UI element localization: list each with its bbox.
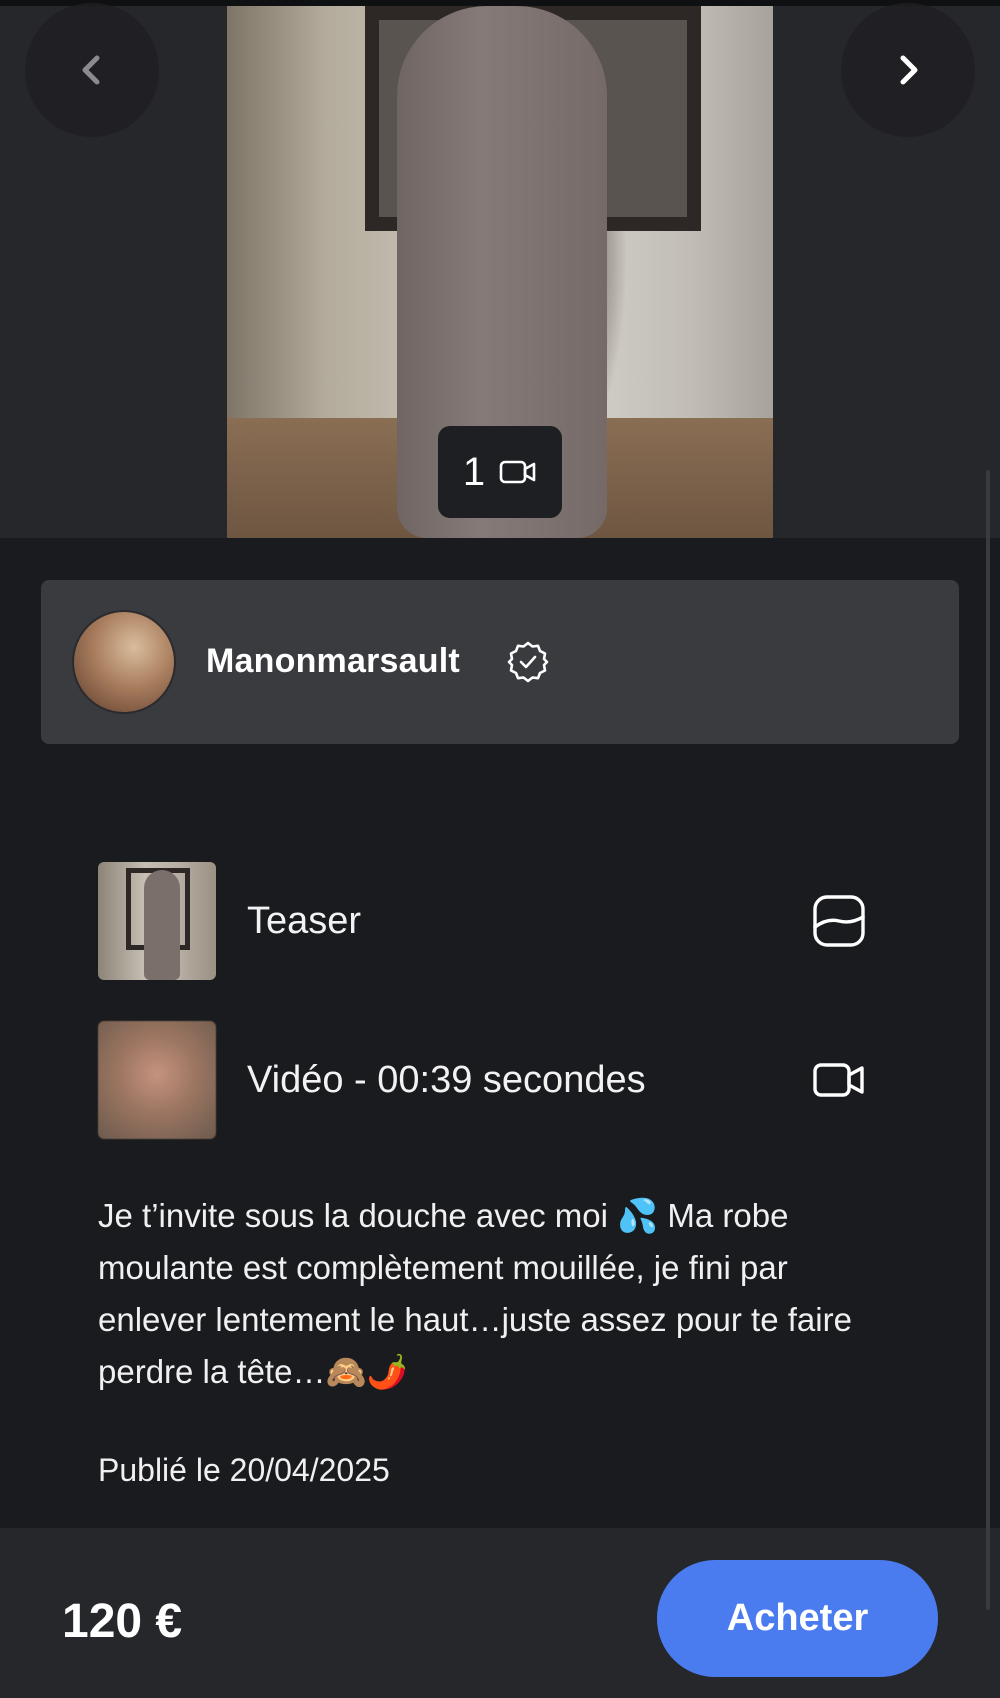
content-item-label: Vidéo - 00:39 secondes bbox=[247, 1059, 646, 1101]
post-description: Je t’invite sous la douche avec moi 💦 Ma… bbox=[98, 1197, 852, 1390]
purchase-bar: 120 € Acheter bbox=[0, 1528, 1000, 1698]
previous-button[interactable] bbox=[25, 3, 159, 137]
avatar[interactable] bbox=[72, 610, 176, 714]
buy-button[interactable]: Acheter bbox=[657, 1560, 938, 1677]
teaser-thumbnail[interactable] bbox=[98, 862, 216, 980]
media-viewer[interactable]: 1 bbox=[0, 0, 1000, 538]
content-item-teaser[interactable]: Teaser bbox=[98, 862, 878, 980]
thumb-figure bbox=[144, 870, 180, 980]
video-camera-icon bbox=[499, 460, 536, 484]
publish-date: Publié le 20/04/2025 bbox=[98, 1452, 390, 1488]
post-detail-page: 1 Manonmarsault Teaser Vidéo - 00:39 sec… bbox=[0, 0, 1000, 1698]
content-item-label: Teaser bbox=[247, 900, 362, 942]
media-count-value: 1 bbox=[462, 449, 486, 494]
creator-name[interactable]: Manonmarsault bbox=[206, 642, 460, 681]
creator-card[interactable]: Manonmarsault bbox=[41, 580, 959, 744]
price: 120 € bbox=[62, 1595, 183, 1648]
video-thumbnail-blurred[interactable] bbox=[98, 1021, 216, 1139]
media-count-badge: 1 bbox=[438, 426, 562, 518]
next-button[interactable] bbox=[841, 3, 975, 137]
content-item-video[interactable]: Vidéo - 00:39 secondes bbox=[98, 1021, 878, 1139]
scrollbar[interactable] bbox=[986, 470, 990, 1610]
verified-badge-icon bbox=[507, 641, 549, 683]
video-camera-icon bbox=[813, 1063, 864, 1097]
image-icon bbox=[813, 895, 865, 947]
chevron-left-icon bbox=[82, 55, 100, 85]
chevron-right-icon bbox=[900, 55, 918, 85]
